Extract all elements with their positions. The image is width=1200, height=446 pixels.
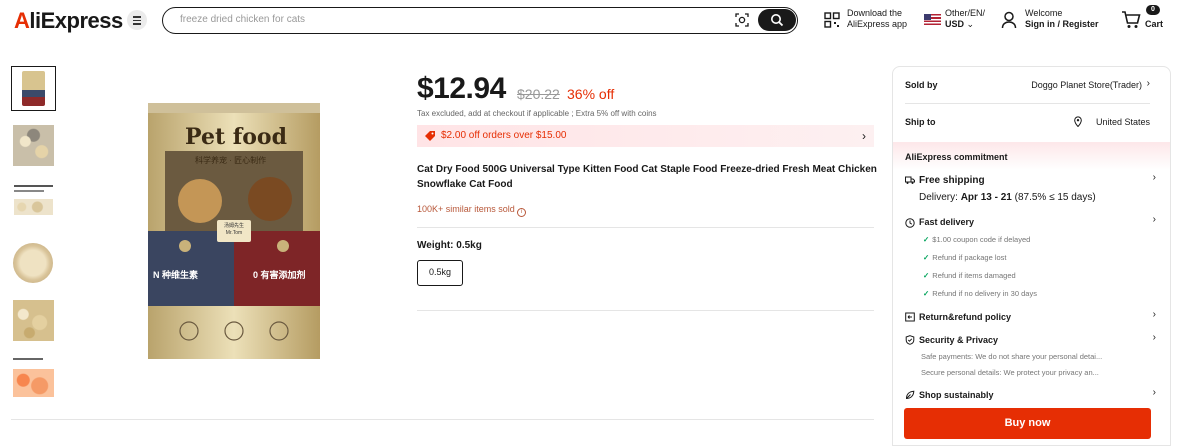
welcome-text: Welcome	[1025, 8, 1063, 18]
return-icon	[905, 312, 915, 322]
bag-right-panel-text: 0 有害添加剂	[253, 270, 306, 280]
download-line-2: AliExpress app	[847, 19, 908, 29]
check-icon: ✓	[923, 289, 930, 298]
security-line: Secure personal details: We protect your…	[921, 368, 1099, 377]
camera-search-icon[interactable]	[735, 13, 749, 27]
thumbnail-package[interactable]	[11, 66, 56, 111]
purchase-panel: Sold by Doggo Planet Store(Trader) › Shi…	[892, 66, 1171, 446]
free-shipping-link[interactable]: Free shipping	[919, 175, 985, 186]
truck-icon	[905, 176, 915, 184]
download-app-link[interactable]: Download the AliExpress app	[847, 8, 907, 30]
check-icon: ✓	[923, 235, 930, 244]
weight-label: Weight: 0.5kg	[417, 240, 482, 251]
coupon-banner[interactable]: $2.00 off orders over $15.00 ›	[417, 125, 874, 147]
chevron-down-icon: ⌄	[966, 19, 975, 29]
sold-count: 100K+ similar items sold i	[417, 204, 526, 217]
fast-delivery-link[interactable]: Fast delivery	[919, 217, 974, 227]
search-input[interactable]: freeze dried chicken for cats	[180, 14, 305, 25]
delivery-label: Delivery:	[919, 192, 958, 203]
delivery-rate: (87.5% ≤ 15 days)	[1014, 192, 1096, 203]
leaf-icon	[905, 390, 915, 400]
search-icon	[771, 14, 784, 27]
chevron-right-icon: ›	[1152, 214, 1156, 225]
tag-icon	[425, 131, 435, 141]
coupon-text: $2.00 off orders over $15.00	[441, 130, 567, 141]
delivery-dates: Apr 13 - 21	[960, 192, 1012, 203]
chevron-right-icon: ›	[1152, 172, 1156, 183]
shield-icon	[905, 335, 915, 345]
clock-icon	[905, 218, 915, 228]
main-product-image[interactable]: Pet food 科学养宠 · 匠心制作 汤姆先生 Mr.Tom N 种维生素 …	[145, 101, 323, 361]
fast-delivery-item: ✓ Refund if items damaged	[923, 271, 1016, 280]
security-line: Safe payments: We do not share your pers…	[921, 352, 1103, 361]
security-privacy-link[interactable]: Security & Privacy	[919, 335, 998, 345]
logo-text: liExpress	[29, 8, 123, 33]
fast-delivery-item: ✓ Refund if no delivery in 30 days	[923, 289, 1037, 298]
divider	[11, 419, 874, 420]
info-icon[interactable]: i	[516, 208, 526, 217]
cart-label[interactable]: Cart	[1145, 19, 1163, 30]
check-icon: ✓	[923, 271, 930, 280]
weight-option-button[interactable]: 0.5kg	[417, 260, 463, 286]
chevron-right-icon: ›	[1152, 309, 1156, 320]
bag-badge: 汤姆先生 Mr.Tom	[217, 220, 251, 242]
shop-sustainably-link[interactable]: Shop sustainably	[919, 390, 994, 400]
aliexpress-logo[interactable]: AliExpress	[14, 8, 123, 34]
bag-subtitle-text: 科学养宠 · 匠心制作	[195, 156, 267, 165]
check-icon: ✓	[923, 253, 930, 262]
fast-delivery-item: ✓ Refund if package lost	[923, 253, 1007, 262]
thumbnail-kibble-pile[interactable]	[11, 298, 56, 343]
chevron-right-icon: ›	[1152, 387, 1156, 398]
ship-to-selector[interactable]: United States	[1096, 117, 1150, 127]
signin-register: Sign in / Register	[1025, 19, 1099, 29]
locale-selector[interactable]: Other/EN/ USD ⌄	[945, 8, 985, 30]
return-policy-link[interactable]: Return&refund policy	[919, 312, 1011, 322]
current-price: $12.94	[417, 72, 506, 105]
fast-delivery-item: ✓ $1.00 coupon code if delayed	[923, 235, 1031, 244]
user-icon[interactable]	[1001, 11, 1017, 29]
download-line-1: Download the	[847, 8, 903, 18]
qr-code-icon[interactable]	[824, 12, 840, 28]
locale-line-1: Other/EN/	[945, 8, 986, 18]
cart-count-badge: 0	[1146, 5, 1160, 15]
ship-to-label: Ship to	[905, 117, 936, 127]
currency-label: USD	[945, 19, 965, 29]
menu-icon[interactable]	[127, 10, 147, 30]
divider	[417, 310, 874, 311]
thumbnail-info-chart[interactable]	[11, 181, 56, 226]
site-header: AliExpress freeze dried chicken for cats…	[0, 0, 1200, 42]
commitment-title: AliExpress commitment	[905, 152, 1008, 162]
tax-note: Tax excluded, add at checkout if applica…	[417, 109, 657, 118]
us-flag-icon	[924, 14, 941, 25]
product-title: Cat Dry Food 500G Universal Type Kitten …	[417, 164, 877, 190]
sold-count-text: 100K+ similar items sold	[417, 204, 515, 214]
original-price: $20.22	[517, 86, 560, 102]
chevron-right-icon: ›	[862, 129, 866, 143]
chevron-right-icon: ›	[1146, 78, 1150, 89]
cart-icon[interactable]	[1121, 10, 1141, 29]
location-pin-icon	[1074, 116, 1082, 127]
delivery-info: Delivery: Apr 13 - 21 (87.5% ≤ 15 days)	[919, 192, 1096, 203]
account-link[interactable]: Welcome Sign in / Register	[1025, 8, 1099, 30]
bag-brand-text: Pet food	[185, 124, 287, 150]
bag-left-panel-text: N 种维生素	[153, 270, 199, 280]
store-link[interactable]: Doggo Planet Store(Trader)	[1031, 80, 1142, 90]
bag-badge-line-2: Mr.Tom	[225, 230, 243, 236]
buy-now-button[interactable]: Buy now	[904, 408, 1151, 439]
thumbnail-kibble-closeup[interactable]	[11, 123, 56, 168]
discount-percent: 36% off	[567, 86, 615, 102]
divider	[417, 227, 874, 228]
search-bar[interactable]: freeze dried chicken for cats	[162, 7, 798, 34]
bag-badge-line-1: 汤姆先生	[223, 223, 244, 229]
search-button[interactable]	[758, 9, 796, 31]
thumbnail-bowl[interactable]	[11, 241, 56, 286]
sold-by-label: Sold by	[905, 80, 938, 90]
chevron-right-icon: ›	[1152, 332, 1156, 343]
thumbnail-salmon[interactable]	[11, 355, 56, 400]
divider	[905, 103, 1150, 104]
